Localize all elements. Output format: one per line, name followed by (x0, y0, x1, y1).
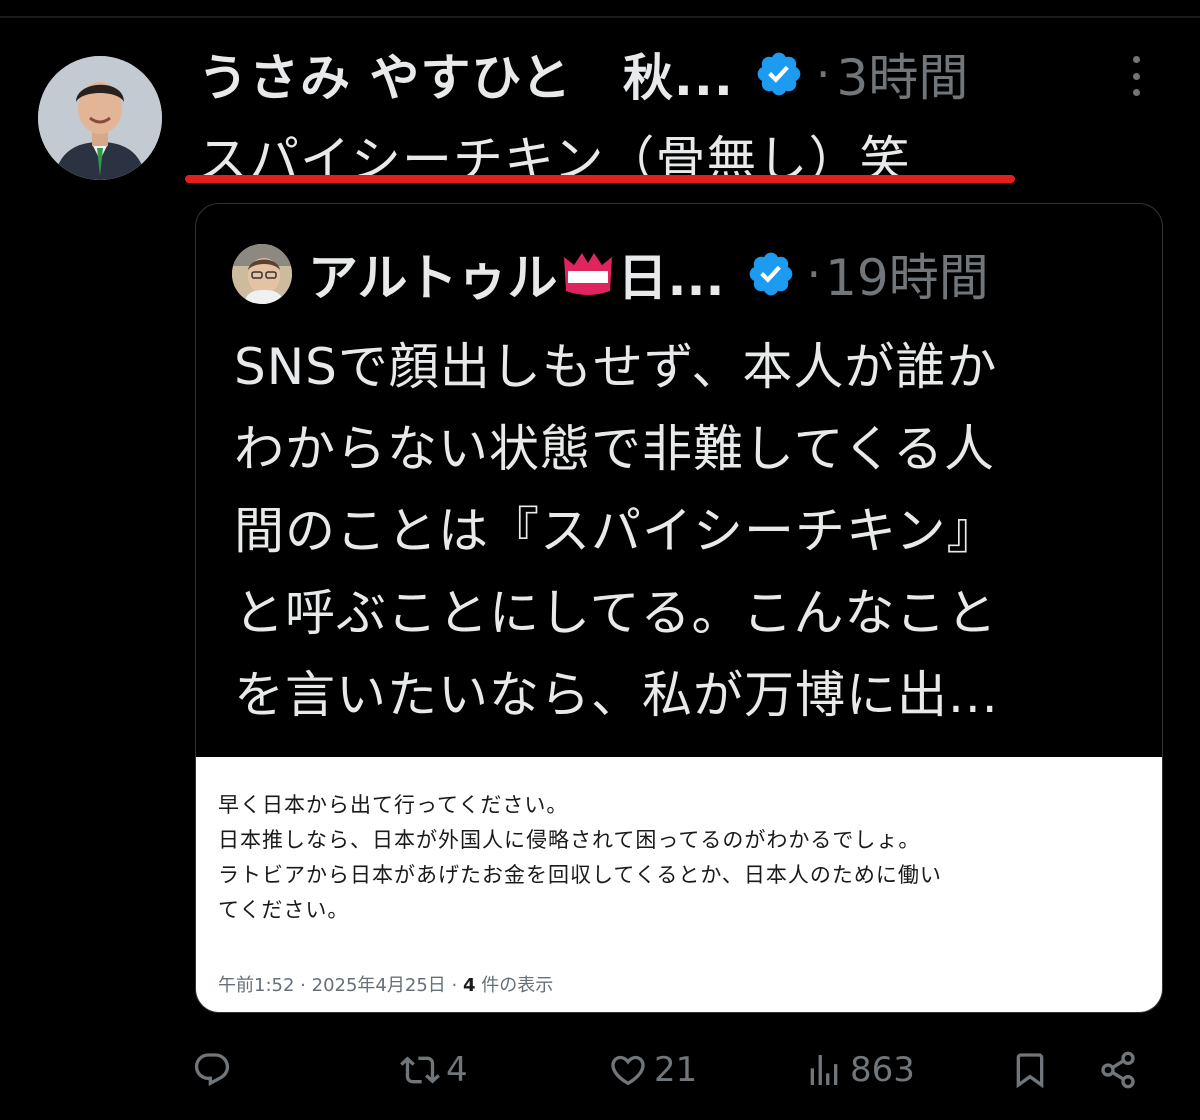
image-meta-separator: · (451, 975, 458, 996)
quoted-text-line: と呼ぶことにしてる。こんなこと (234, 584, 998, 642)
views-button[interactable]: 863 (804, 1040, 915, 1100)
quoted-tweet-body: SNSで顔出しもせず、本人が誰か わからない状態で非難してくる人 間のことは『ス… (234, 326, 1134, 736)
author-display-name[interactable]: うさみ やすひと 秋... (198, 38, 734, 110)
like-button[interactable]: 21 (608, 1040, 697, 1100)
image-text-line: 早く日本から出て行ってください。 (218, 793, 569, 817)
quoted-text-line: わからない状態で非難してくる人 (234, 420, 995, 478)
retweet-button[interactable]: 4 (400, 1040, 468, 1100)
quoted-tweet[interactable]: アルトゥル 日... · 19時間 SNSで顔出しもせず、本人が誰か わからない… (195, 203, 1163, 1013)
image-meta: 午前1:52 · 2025年4月25日 · 4 件の表示 (218, 971, 553, 997)
quoted-text-line: SNSで顔出しもせず、本人が誰か (234, 338, 998, 396)
quoted-author-name[interactable]: アルトゥル (308, 238, 558, 310)
header-separator: · (815, 47, 831, 101)
latvian-flag-badge-icon (563, 253, 612, 295)
heart-icon (611, 1055, 645, 1086)
image-text-line: ラトビアから日本があげたお金を回収してくるとか、日本人のために働い (218, 863, 942, 887)
retweet-icon (400, 1056, 440, 1084)
share-button[interactable] (1098, 1040, 1138, 1100)
retweet-count: 4 (446, 1050, 468, 1090)
more-options-icon[interactable] (1128, 56, 1144, 96)
quoted-author-name-rest[interactable]: 日... (618, 238, 725, 310)
tweet-timestamp[interactable]: 3時間 (837, 38, 969, 110)
tweet-header: うさみ やすひと 秋... · 3時間 (198, 44, 968, 107)
bookmark-button[interactable] (1010, 1040, 1050, 1100)
highlight-underline (185, 175, 1015, 183)
bookmark-icon (1016, 1053, 1044, 1089)
author-avatar[interactable] (38, 56, 162, 180)
analytics-icon (810, 1055, 838, 1085)
quoted-header-separator: · (806, 247, 822, 301)
verified-badge-icon[interactable] (754, 49, 804, 99)
image-text-line: 日本推しなら、日本が外国人に侵略されて困ってるのがわかるでしょ。 (218, 828, 921, 852)
image-meta-date: 2025年4月25日 (311, 975, 446, 996)
image-meta-time: 午前1:52 (218, 975, 295, 996)
share-icon (1101, 1051, 1135, 1089)
reply-icon (194, 1053, 230, 1087)
quoted-tweet-screenshot-image[interactable]: 早く日本から出て行ってください。 日本推しなら、日本が外国人に侵略されて困ってる… (196, 757, 1162, 1012)
image-text-line: てください。 (218, 898, 350, 922)
image-meta-view-count: 4 (463, 975, 476, 996)
top-divider (0, 16, 1200, 18)
quoted-text-line: 間のことは『スパイシーチキン』 (234, 502, 998, 560)
image-meta-view-label: 件の表示 (481, 975, 554, 996)
quoted-verified-badge-icon[interactable] (746, 249, 796, 299)
like-count: 21 (654, 1050, 698, 1090)
quoted-tweet-header: アルトゥル 日... · 19時間 (308, 242, 989, 307)
image-meta-separator: · (300, 975, 306, 996)
quoted-avatar-photo (232, 244, 292, 304)
quoted-author-avatar[interactable] (232, 244, 292, 304)
quoted-text-line: を言いたいなら、私が万博に出... (234, 666, 999, 724)
avatar-photo (38, 56, 162, 180)
view-count: 863 (850, 1050, 915, 1090)
reply-button[interactable] (192, 1040, 238, 1100)
tweet-action-bar: 4 21 863 (0, 1040, 1200, 1100)
quoted-tweet-timestamp[interactable]: 19時間 (825, 238, 989, 310)
